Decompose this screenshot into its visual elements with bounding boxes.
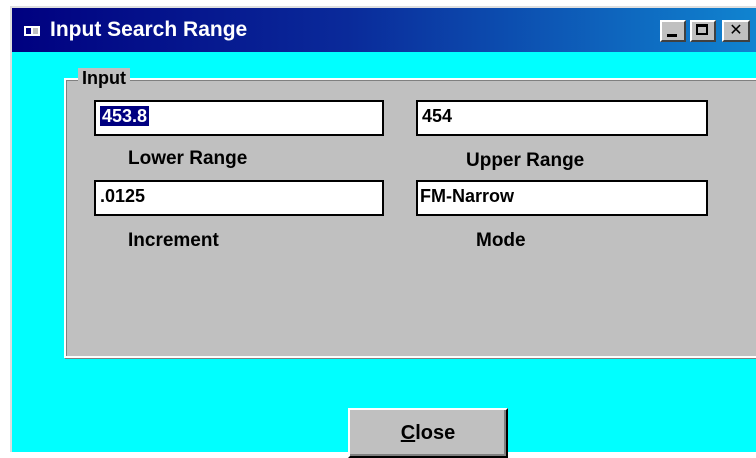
upper-range-input[interactable]: 454 <box>416 100 708 136</box>
minimize-button[interactable] <box>660 20 686 42</box>
groupbox-label: Input <box>78 68 130 89</box>
upper-range-value: 454 <box>422 106 453 126</box>
close-button-label: lose <box>415 421 456 444</box>
mode-value: FM-Narrow <box>420 186 514 206</box>
title-bar[interactable]: Input Search Range ✕ <box>12 8 756 52</box>
increment-label: Increment <box>128 230 219 251</box>
increment-input[interactable]: .0125 <box>94 180 384 216</box>
close-button[interactable]: Close <box>348 408 508 458</box>
maximize-button[interactable] <box>690 20 716 42</box>
close-icon: ✕ <box>729 22 743 39</box>
maximize-icon <box>696 24 708 35</box>
close-button-mnemonic: C <box>400 421 416 444</box>
lower-range-label: Lower Range <box>128 148 248 169</box>
window-title: Input Search Range <box>50 18 248 41</box>
upper-range-label: Upper Range <box>466 150 585 171</box>
mode-input[interactable]: FM-Narrow <box>416 180 708 216</box>
lower-range-input[interactable]: 453.8 <box>94 100 384 136</box>
dialog-window: Input Search Range ✕ Input 453.8 454 Low… <box>10 6 756 458</box>
lower-range-value: 453.8 <box>100 106 150 126</box>
increment-value: .0125 <box>100 186 146 206</box>
app-window-icon <box>24 22 40 36</box>
close-window-button[interactable]: ✕ <box>722 20 750 42</box>
minimize-icon <box>667 34 677 37</box>
mode-label: Mode <box>476 230 526 251</box>
